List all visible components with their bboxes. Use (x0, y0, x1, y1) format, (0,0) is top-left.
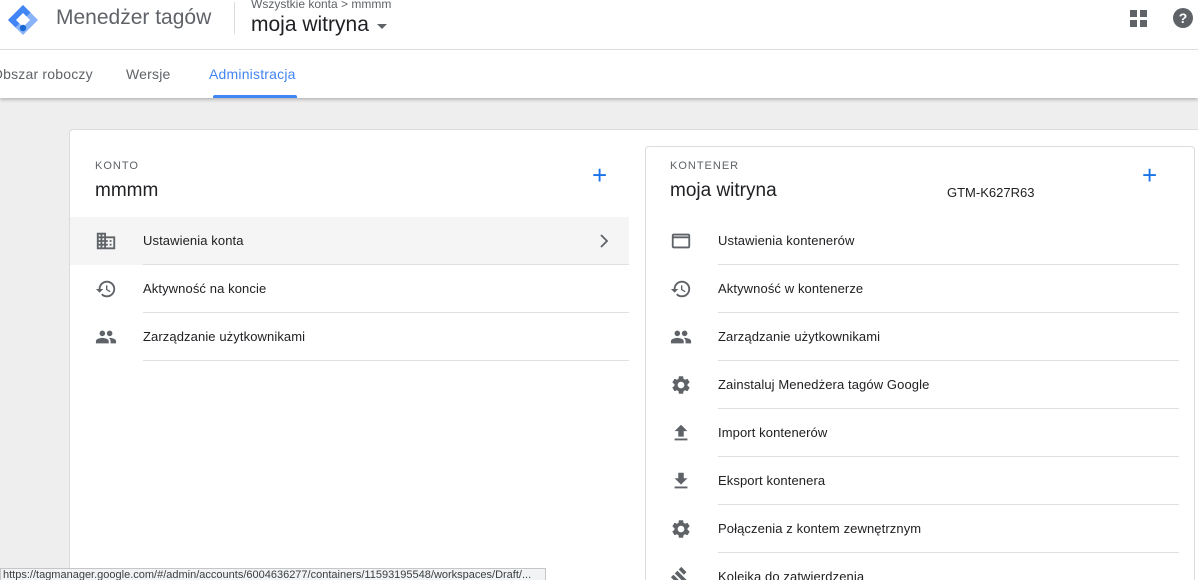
container-user-management-item[interactable]: Zarządzanie użytkownikami (645, 313, 1179, 361)
menu-item-label: Import kontenerów (718, 425, 828, 440)
header-divider (234, 2, 235, 34)
breadcrumb[interactable]: Wszystkie konta > mmmm (251, 0, 391, 11)
window-icon (671, 233, 691, 249)
gear-icon (672, 376, 690, 394)
approval-queue-item[interactable]: Kolejka do zatwierdzenia (645, 553, 1179, 580)
container-settings-item[interactable]: Ustawienia kontenerów (645, 217, 1179, 265)
apps-grid-icon[interactable] (1130, 10, 1147, 27)
nav-tabs: Obszar roboczy Wersje Administracja (0, 50, 1198, 98)
account-activity-item[interactable]: Aktywność na koncie (70, 265, 629, 313)
menu-item-label: Eksport kontenera (718, 473, 826, 488)
add-account-button[interactable]: + (592, 162, 607, 188)
container-switcher[interactable]: moja witryna (251, 13, 387, 37)
account-settings-item[interactable]: Ustawienia konta (70, 217, 629, 265)
menu-item-label: Aktywność w kontenerze (718, 281, 864, 296)
history-icon (95, 280, 116, 298)
menu-item-label: Kolejka do zatwierdzenia (718, 569, 865, 580)
chevron-right-icon (600, 234, 609, 248)
tab-workspace[interactable]: Obszar roboczy (0, 66, 93, 82)
people-icon (95, 330, 117, 344)
app-name[interactable]: Menedżer tagów (56, 6, 211, 30)
install-gtm-item[interactable]: Zainstaluj Menedżera tagów Google (645, 361, 1179, 409)
menu-item-label: Zarządzanie użytkownikami (718, 329, 881, 344)
tab-versions[interactable]: Wersje (126, 66, 171, 82)
account-user-management-item[interactable]: Zarządzanie użytkownikami (70, 313, 629, 361)
svg-text:?: ? (1179, 10, 1188, 26)
gavel-icon (670, 566, 687, 580)
gear-icon (672, 520, 690, 538)
import-container-item[interactable]: Import kontenerów (645, 409, 1179, 457)
container-name: moja witryna (670, 180, 777, 201)
tab-admin[interactable]: Administracja (209, 66, 296, 82)
tag-manager-logo-icon[interactable] (6, 3, 40, 37)
account-name: mmmm (95, 180, 159, 201)
container-id: GTM-K627R63 (947, 185, 1035, 200)
container-switcher-label: moja witryna (251, 13, 369, 36)
people-icon (670, 330, 692, 344)
browser-status-url: https://tagmanager.google.com/#/admin/ac… (0, 568, 546, 580)
menu-item-label: Zarządzanie użytkownikami (143, 329, 306, 344)
menu-item-label: Aktywność na koncie (143, 281, 267, 296)
add-container-button[interactable]: + (1142, 162, 1157, 188)
download-icon (674, 472, 688, 489)
menu-item-label: Zainstaluj Menedżera tagów Google (718, 377, 930, 392)
app-header: Menedżer tagów Wszystkie konta > mmmm mo… (0, 0, 1198, 50)
container-section-label: KONTENER (670, 160, 740, 172)
external-account-links-item[interactable]: Połączenia z kontem zewnętrznym (645, 505, 1179, 553)
divider (143, 360, 629, 361)
container-activity-item[interactable]: Aktywność w kontenerze (645, 265, 1179, 313)
history-icon (670, 280, 691, 298)
menu-item-label: Ustawienia kontenerów (718, 233, 855, 248)
account-section-label: KONTO (95, 160, 139, 172)
upload-icon (674, 424, 688, 441)
menu-item-label: Połączenia z kontem zewnętrznym (718, 521, 922, 536)
building-icon (96, 232, 116, 250)
menu-item-label: Ustawienia konta (143, 233, 244, 248)
dropdown-caret-icon (376, 24, 387, 29)
help-icon[interactable]: ? (1172, 7, 1194, 29)
active-tab-indicator (213, 95, 297, 98)
export-container-item[interactable]: Eksport kontenera (645, 457, 1179, 505)
